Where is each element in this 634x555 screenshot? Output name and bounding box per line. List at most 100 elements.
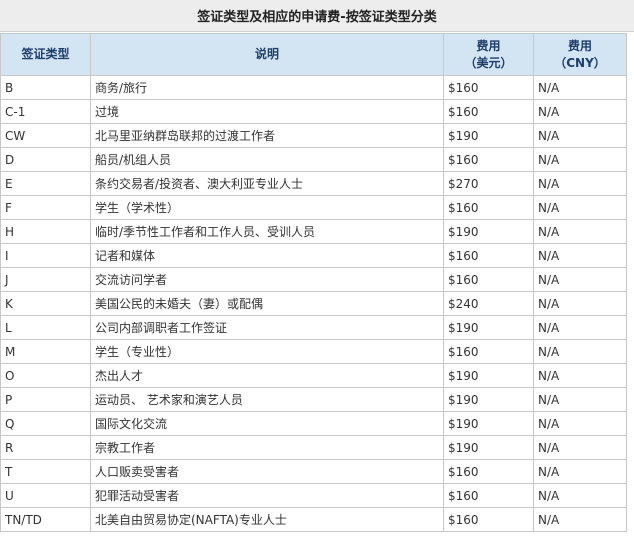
cell-description: 船员/机组人员 <box>90 147 444 172</box>
table-row: O 杰出人才 $190 N/A <box>0 363 627 388</box>
table-row: J 交流访问学者 $160 N/A <box>0 267 627 292</box>
cell-fee-cny: N/A <box>533 387 627 412</box>
cell-description: 条约交易者/投资者、澳大利亚专业人士 <box>90 171 444 196</box>
cell-fee-usd: $160 <box>443 195 534 220</box>
cell-visa-type: H <box>0 219 91 244</box>
header-fee-usd-line2: （美元） <box>464 55 513 70</box>
cell-description: 美国公民的未婚夫（妻）或配偶 <box>90 291 444 316</box>
cell-description: 国际文化交流 <box>90 411 444 436</box>
cell-description: 公司内部调职者工作签证 <box>90 315 444 340</box>
table-row: M 学生（专业性） $160 N/A <box>0 339 627 364</box>
cell-description: 交流访问学者 <box>90 267 444 292</box>
table-row: F 学生（学术性） $160 N/A <box>0 195 627 220</box>
table-row: H 临时/季节性工作者和工作人员、受训人员 $190 N/A <box>0 219 627 244</box>
cell-description: 北马里亚纳群岛联邦的过渡工作者 <box>90 123 444 148</box>
cell-fee-cny: N/A <box>533 75 627 100</box>
table-caption: 签证类型及相应的申请费-按签证类型分类 <box>0 0 634 32</box>
cell-fee-cny: N/A <box>533 195 627 220</box>
cell-description: 过境 <box>90 99 444 124</box>
cell-visa-type: CW <box>0 123 91 148</box>
cell-visa-type: F <box>0 195 91 220</box>
cell-fee-cny: N/A <box>533 219 627 244</box>
cell-fee-cny: N/A <box>533 267 627 292</box>
cell-description: 人口贩卖受害者 <box>90 459 444 484</box>
table-row: I 记者和媒体 $160 N/A <box>0 243 627 268</box>
cell-description: 商务/旅行 <box>90 75 444 100</box>
table-row: C-1 过境 $160 N/A <box>0 99 627 124</box>
header-fee-usd-line1: 费用 <box>476 38 501 53</box>
cell-fee-cny: N/A <box>533 99 627 124</box>
cell-fee-cny: N/A <box>533 315 627 340</box>
cell-fee-usd: $160 <box>443 147 534 172</box>
cell-fee-cny: N/A <box>533 435 627 460</box>
cell-description: 学生（专业性） <box>90 339 444 364</box>
cell-visa-type: P <box>0 387 91 412</box>
table-row: U 犯罪活动受害者 $160 N/A <box>0 483 627 508</box>
cell-visa-type: I <box>0 243 91 268</box>
header-fee-usd: 费用 （美元） <box>443 33 534 76</box>
table-row: CW 北马里亚纳群岛联邦的过渡工作者 $190 N/A <box>0 123 627 148</box>
table-row: D 船员/机组人员 $160 N/A <box>0 147 627 172</box>
cell-visa-type: M <box>0 339 91 364</box>
cell-fee-usd: $160 <box>443 459 534 484</box>
cell-fee-usd: $240 <box>443 291 534 316</box>
table-row: TN/TD 北美自由贸易协定(NAFTA)专业人士 $160 N/A <box>0 507 627 532</box>
cell-fee-cny: N/A <box>533 147 627 172</box>
cell-fee-cny: N/A <box>533 243 627 268</box>
header-fee-cny-line2: （CNY） <box>554 55 606 70</box>
cell-visa-type: O <box>0 363 91 388</box>
cell-visa-type: B <box>0 75 91 100</box>
cell-fee-cny: N/A <box>533 483 627 508</box>
table-row: E 条约交易者/投资者、澳大利亚专业人士 $270 N/A <box>0 171 627 196</box>
cell-fee-usd: $190 <box>443 411 534 436</box>
cell-fee-cny: N/A <box>533 291 627 316</box>
cell-fee-cny: N/A <box>533 339 627 364</box>
cell-description: 运动员、 艺术家和演艺人员 <box>90 387 444 412</box>
cell-visa-type: D <box>0 147 91 172</box>
cell-description: 临时/季节性工作者和工作人员、受训人员 <box>90 219 444 244</box>
cell-visa-type: L <box>0 315 91 340</box>
cell-description: 杰出人才 <box>90 363 444 388</box>
cell-visa-type: C-1 <box>0 99 91 124</box>
visa-fee-table: 签证类型 说明 费用 （美元） 费用 （CNY） B 商务/旅行 $160 N/A C-… <box>0 33 627 532</box>
cell-visa-type: E <box>0 171 91 196</box>
cell-visa-type: J <box>0 267 91 292</box>
cell-fee-usd: $190 <box>443 363 534 388</box>
cell-description: 北美自由贸易协定(NAFTA)专业人士 <box>90 507 444 532</box>
cell-fee-usd: $270 <box>443 171 534 196</box>
table-row: K 美国公民的未婚夫（妻）或配偶 $240 N/A <box>0 291 627 316</box>
cell-description: 宗教工作者 <box>90 435 444 460</box>
header-fee-cny: 费用 （CNY） <box>533 33 627 76</box>
header-fee-cny-line1: 费用 <box>567 38 592 53</box>
cell-fee-usd: $190 <box>443 387 534 412</box>
cell-visa-type: K <box>0 291 91 316</box>
cell-visa-type: Q <box>0 411 91 436</box>
table-row: R 宗教工作者 $190 N/A <box>0 435 627 460</box>
table-row: T 人口贩卖受害者 $160 N/A <box>0 459 627 484</box>
header-row: 签证类型 说明 费用 （美元） 费用 （CNY） <box>0 33 627 76</box>
cell-description: 记者和媒体 <box>90 243 444 268</box>
table-row: L 公司内部调职者工作签证 $190 N/A <box>0 315 627 340</box>
cell-visa-type: R <box>0 435 91 460</box>
cell-fee-cny: N/A <box>533 171 627 196</box>
cell-fee-usd: $160 <box>443 483 534 508</box>
cell-description: 犯罪活动受害者 <box>90 483 444 508</box>
cell-visa-type: T <box>0 459 91 484</box>
cell-fee-usd: $160 <box>443 75 534 100</box>
cell-fee-usd: $160 <box>443 99 534 124</box>
cell-fee-cny: N/A <box>533 507 627 532</box>
header-description: 说明 <box>90 33 444 76</box>
cell-fee-cny: N/A <box>533 459 627 484</box>
visa-fee-page: 签证类型及相应的申请费-按签证类型分类 签证类型 说明 费用 （美元） 费用 （… <box>0 0 634 555</box>
cell-fee-usd: $190 <box>443 315 534 340</box>
table-row: Q 国际文化交流 $190 N/A <box>0 411 627 436</box>
table-row: P 运动员、 艺术家和演艺人员 $190 N/A <box>0 387 627 412</box>
table-body: B 商务/旅行 $160 N/A C-1 过境 $160 N/A CW 北马里亚纳群岛联邦的过渡工… <box>0 75 627 532</box>
cell-description: 学生（学术性） <box>90 195 444 220</box>
cell-fee-cny: N/A <box>533 123 627 148</box>
cell-fee-usd: $190 <box>443 435 534 460</box>
cell-fee-usd: $160 <box>443 339 534 364</box>
cell-fee-cny: N/A <box>533 411 627 436</box>
cell-fee-usd: $160 <box>443 243 534 268</box>
cell-fee-usd: $190 <box>443 123 534 148</box>
